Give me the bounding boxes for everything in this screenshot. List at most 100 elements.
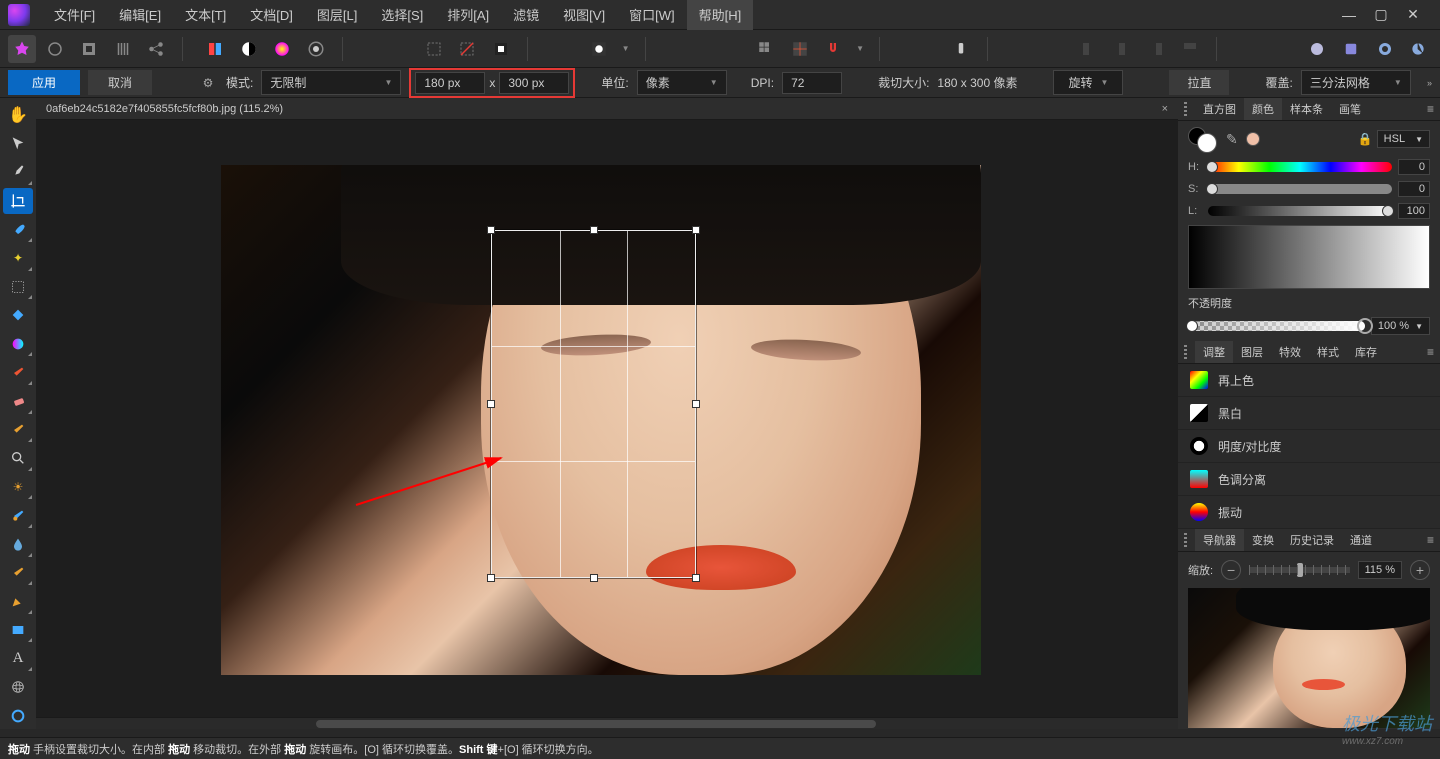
crop-handle[interactable] bbox=[692, 574, 700, 582]
sharpen-tool-icon[interactable] bbox=[3, 560, 33, 587]
shape-circle-icon[interactable] bbox=[1304, 35, 1332, 63]
panel-menu-icon[interactable]: ≡ bbox=[1427, 533, 1434, 547]
panel-menu-icon[interactable]: ≡ bbox=[1427, 345, 1434, 359]
marquee-icon[interactable] bbox=[420, 35, 448, 63]
auto-wb-icon[interactable] bbox=[302, 35, 330, 63]
shape-pie-icon[interactable] bbox=[1404, 35, 1432, 63]
horizontal-scrollbar[interactable] bbox=[36, 717, 1178, 729]
crop-tool-icon[interactable] bbox=[3, 188, 33, 215]
panel-tab[interactable]: 导航器 bbox=[1195, 529, 1244, 551]
quick-mask-dropdown-icon[interactable]: ▼ bbox=[619, 35, 633, 63]
invert-selection-icon[interactable] bbox=[487, 35, 515, 63]
panel-tab[interactable]: 特效 bbox=[1271, 341, 1309, 363]
zoom-in-button[interactable]: + bbox=[1410, 560, 1430, 580]
panel-grip-icon[interactable] bbox=[1184, 533, 1187, 547]
heal-tool-icon[interactable] bbox=[3, 502, 33, 529]
mesh-tool-icon[interactable] bbox=[3, 674, 33, 701]
straighten-button[interactable]: 拉直 bbox=[1169, 70, 1229, 95]
crop-handle[interactable] bbox=[692, 226, 700, 234]
gear-icon[interactable]: ⚙ bbox=[198, 73, 218, 93]
panel-grip-icon[interactable] bbox=[1184, 102, 1187, 116]
zoom-tool-icon[interactable] bbox=[3, 445, 33, 472]
canvas-area[interactable] bbox=[36, 120, 1178, 729]
panel-tab[interactable]: 样式 bbox=[1309, 341, 1347, 363]
rotate-button[interactable]: 旋转▼ bbox=[1053, 70, 1123, 95]
color-picker-wheel-icon[interactable] bbox=[3, 702, 33, 729]
menu-item[interactable]: 图层[L] bbox=[305, 0, 369, 30]
panel-tab[interactable]: 直方图 bbox=[1195, 98, 1244, 120]
panel-grip-icon[interactable] bbox=[1184, 345, 1187, 359]
dpi-input[interactable]: 72 bbox=[782, 72, 842, 94]
navigator-thumbnail[interactable] bbox=[1188, 588, 1430, 728]
panel-tab[interactable]: 通道 bbox=[1342, 529, 1380, 551]
crop-handle[interactable] bbox=[590, 574, 598, 582]
adjustment-item[interactable]: 明度/对比度 bbox=[1178, 430, 1440, 463]
grid-icon[interactable] bbox=[752, 35, 780, 63]
color-swatch-icon[interactable] bbox=[1188, 127, 1218, 151]
sat-slider[interactable] bbox=[1208, 184, 1392, 194]
zoom-out-button[interactable]: − bbox=[1221, 560, 1241, 580]
snap-icon[interactable] bbox=[820, 35, 848, 63]
blur-tool-icon[interactable] bbox=[3, 531, 33, 558]
menu-item[interactable]: 排列[A] bbox=[435, 0, 501, 30]
arrange-more-icon[interactable] bbox=[1176, 35, 1204, 63]
lock-icon[interactable]: 🔒 bbox=[1358, 132, 1373, 146]
opacity-slider[interactable] bbox=[1188, 321, 1365, 331]
rectangle-tool-icon[interactable] bbox=[3, 617, 33, 644]
overlay-select[interactable]: 三分法网格▼ bbox=[1301, 70, 1411, 95]
eyedropper-tool-icon[interactable] bbox=[3, 159, 33, 186]
deselect-icon[interactable] bbox=[453, 35, 481, 63]
panel-tab[interactable]: 样本条 bbox=[1282, 98, 1331, 120]
shape-square-icon[interactable] bbox=[1337, 35, 1365, 63]
auto-contrast-icon[interactable] bbox=[235, 35, 263, 63]
hand-tool-icon[interactable]: ✋ bbox=[3, 102, 33, 129]
menu-item[interactable]: 文件[F] bbox=[42, 0, 107, 30]
workspace-photo-icon[interactable] bbox=[8, 35, 36, 63]
mode-select[interactable]: 无限制▼ bbox=[261, 70, 401, 95]
menu-item[interactable]: 窗口[W] bbox=[617, 0, 687, 30]
panel-menu-icon[interactable]: ≡ bbox=[1427, 102, 1434, 116]
sat-value[interactable]: 0 bbox=[1398, 181, 1430, 197]
workspace-develop-icon[interactable] bbox=[75, 35, 103, 63]
zoom-slider[interactable] bbox=[1249, 567, 1350, 573]
hue-slider[interactable] bbox=[1208, 162, 1392, 172]
move-tool-icon[interactable] bbox=[3, 131, 33, 158]
panel-tab[interactable]: 调整 bbox=[1195, 341, 1233, 363]
panel-tab[interactable]: 图层 bbox=[1233, 341, 1271, 363]
workspace-export-icon[interactable] bbox=[143, 35, 171, 63]
maximize-button[interactable]: ▢ bbox=[1370, 5, 1392, 25]
pen-tool-icon[interactable] bbox=[3, 588, 33, 615]
adjustment-item[interactable]: 色调分离 bbox=[1178, 463, 1440, 496]
auto-color-icon[interactable] bbox=[201, 35, 229, 63]
width-input[interactable]: 180 px bbox=[415, 72, 485, 94]
close-tab-icon[interactable]: × bbox=[1162, 103, 1168, 115]
opacity-value[interactable]: 100 %▼ bbox=[1371, 317, 1430, 335]
marquee-tool-icon[interactable] bbox=[3, 274, 33, 301]
panel-tab[interactable]: 库存 bbox=[1347, 341, 1385, 363]
clone-brush-tool-icon[interactable] bbox=[3, 417, 33, 444]
color-mode-select[interactable]: HSL▼ bbox=[1377, 130, 1430, 148]
shape-donut-icon[interactable] bbox=[1371, 35, 1399, 63]
text-tool-icon[interactable]: A bbox=[3, 645, 33, 672]
paint-brush-tool-icon[interactable] bbox=[3, 359, 33, 386]
crop-handle[interactable] bbox=[487, 226, 495, 234]
crop-box[interactable] bbox=[491, 230, 696, 578]
close-button[interactable]: ✕ bbox=[1402, 5, 1424, 25]
options-overflow-icon[interactable]: » bbox=[1421, 78, 1432, 88]
arrange-left-icon[interactable] bbox=[1075, 35, 1103, 63]
light-slider[interactable] bbox=[1208, 206, 1392, 216]
crop-handle[interactable] bbox=[590, 226, 598, 234]
menu-item[interactable]: 滤镜 bbox=[501, 0, 551, 30]
document-tab[interactable]: 0af6eb24c5182e7f405855fc5fcf80b.jpg (115… bbox=[36, 100, 1178, 118]
gradient-tool-icon[interactable] bbox=[3, 331, 33, 358]
menu-item[interactable]: 选择[S] bbox=[369, 0, 435, 30]
apply-button[interactable]: 应用 bbox=[8, 70, 80, 95]
quick-mask-icon[interactable] bbox=[585, 35, 613, 63]
snap-dropdown-icon[interactable]: ▼ bbox=[853, 35, 867, 63]
crop-handle[interactable] bbox=[487, 574, 495, 582]
workspace-liquify-icon[interactable] bbox=[42, 35, 70, 63]
panel-tab[interactable]: 颜色 bbox=[1244, 98, 1282, 120]
menu-item[interactable]: 文本[T] bbox=[173, 0, 238, 30]
light-value[interactable]: 100 bbox=[1398, 203, 1430, 219]
adjustment-item[interactable]: 再上色 bbox=[1178, 364, 1440, 397]
